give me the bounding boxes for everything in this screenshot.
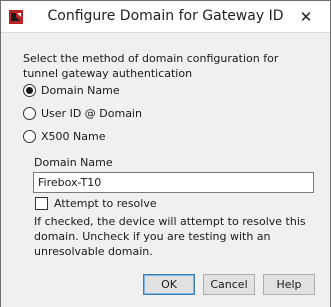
domain-name-label: Domain Name [34, 156, 113, 169]
ok-button-label: OK [161, 278, 177, 291]
window-title: Configure Domain for Gateway ID [47, 8, 284, 24]
resolve-help-text: If checked, the device will attempt to r… [34, 215, 306, 258]
radio-button-checked[interactable] [23, 84, 36, 97]
radio-label: User ID @ Domain [41, 107, 142, 120]
radio-button[interactable] [23, 130, 36, 143]
close-icon: ✕ [299, 8, 313, 26]
dialog-body: Select the method of domain configuratio… [1, 32, 330, 307]
radio-label: Domain Name [41, 84, 120, 97]
instruction-text: Select the method of domain configuratio… [23, 52, 279, 80]
radio-button[interactable] [23, 107, 36, 120]
help-button[interactable]: Help [263, 274, 315, 295]
radio-domain-name[interactable]: Domain Name [23, 84, 120, 97]
configure-domain-dialog: Configure Domain for Gateway ID ✕ Select… [0, 0, 331, 307]
ok-button[interactable]: OK [143, 274, 195, 295]
radio-x500-name[interactable]: X500 Name [23, 130, 105, 143]
cancel-button[interactable]: Cancel [203, 274, 255, 295]
close-button[interactable]: ✕ [291, 7, 321, 27]
domain-name-input[interactable] [33, 172, 314, 193]
radio-user-id-domain[interactable]: User ID @ Domain [23, 107, 142, 120]
cancel-button-label: Cancel [210, 278, 248, 291]
attempt-to-resolve-option[interactable]: Attempt to resolve [35, 197, 157, 210]
checkbox-label: Attempt to resolve [54, 197, 157, 210]
radio-label: X500 Name [41, 130, 106, 143]
title-bar[interactable]: Configure Domain for Gateway ID ✕ [1, 1, 330, 32]
attempt-to-resolve-checkbox[interactable] [35, 197, 48, 210]
help-button-label: Help [276, 278, 302, 291]
